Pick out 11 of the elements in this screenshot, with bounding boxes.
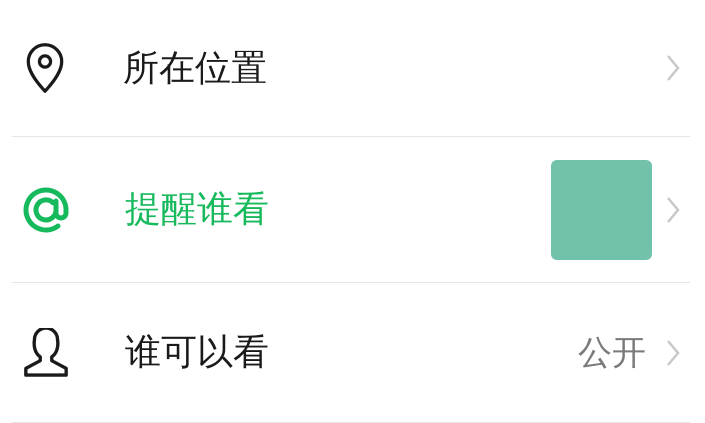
row-label: 提醒谁看	[125, 188, 270, 232]
row-label: 所在位置	[123, 46, 268, 90]
row-label: 谁可以看	[125, 331, 270, 375]
person-icon	[22, 328, 70, 378]
chevron-right-icon	[666, 54, 680, 82]
at-sign-icon	[22, 186, 70, 234]
chevron-right-icon	[666, 338, 680, 366]
chevron-right-icon	[666, 196, 680, 224]
settings-row[interactable]: 谁可以看 公开	[12, 283, 690, 423]
row-value: 公开	[578, 332, 646, 374]
settings-row[interactable]: 所在位置	[12, 0, 690, 137]
